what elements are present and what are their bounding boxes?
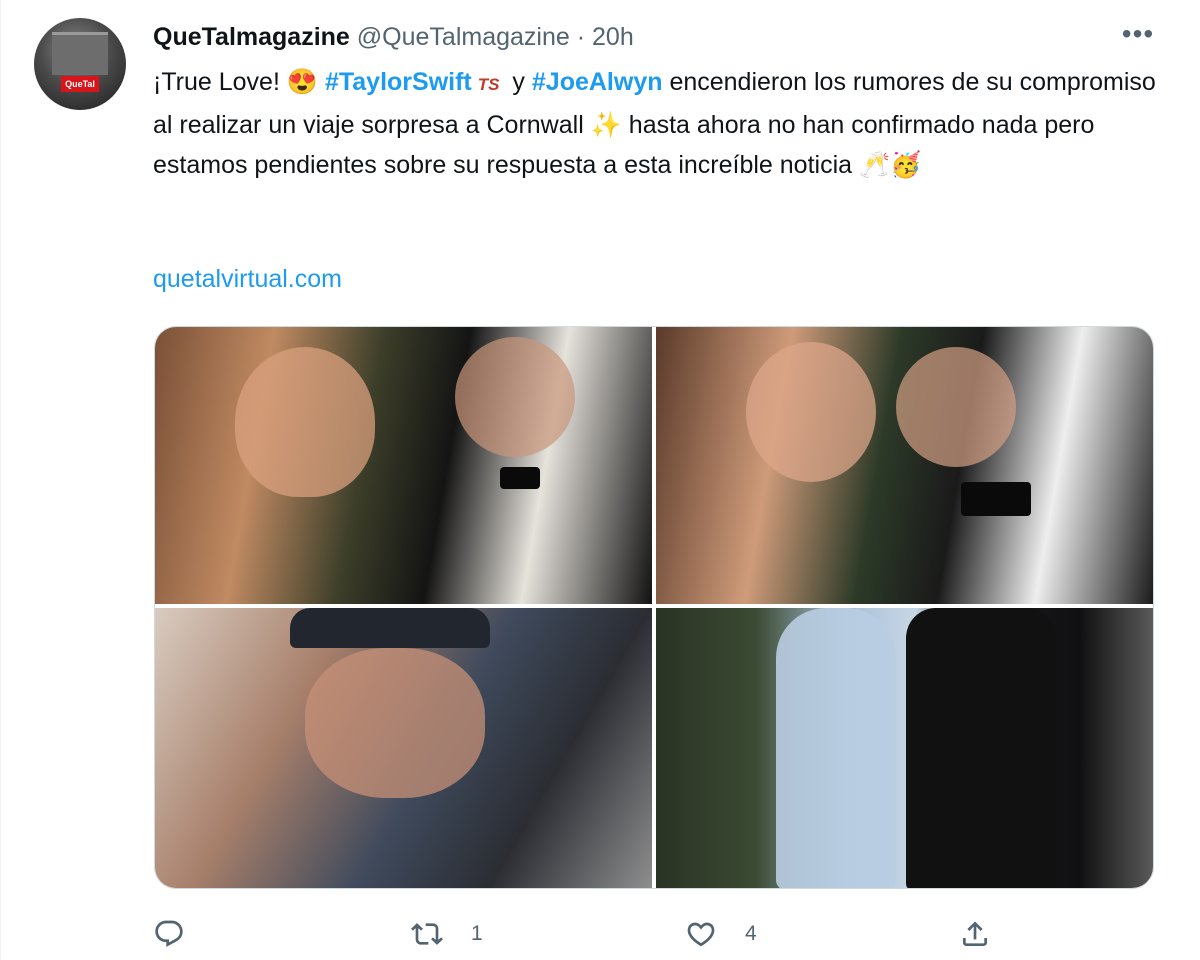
photo-4-coat-shape (776, 608, 896, 888)
avatar-badge: QueTal (61, 76, 99, 92)
avatar-building (52, 32, 108, 75)
share-icon (963, 921, 987, 946)
retweet-button[interactable]: 1 (411, 918, 483, 950)
photo-2-face-shape (746, 342, 876, 482)
hashtag-joealwyn-link[interactable]: #JoeAlwyn (532, 68, 663, 96)
author-name[interactable]: QueTalmagazine (153, 23, 350, 51)
ts-glyph-icon: TS (477, 75, 500, 94)
photo-3-cap-shape (290, 608, 490, 648)
photo-4[interactable] (656, 608, 1153, 888)
tweet-timestamp[interactable]: 20h (592, 23, 634, 51)
photo-1-bowtie-shape (500, 467, 540, 489)
retweet-icon (411, 923, 443, 945)
heart-eyes-emoji-icon: 😍 (286, 68, 318, 96)
tweet-card[interactable]: QueTal QueTalmagazine @QueTalmagazine · … (0, 0, 1200, 960)
author-handle[interactable]: @QueTalmagazine (357, 23, 570, 51)
like-button[interactable]: 4 (685, 918, 757, 950)
avatar[interactable]: QueTal (34, 18, 126, 110)
reply-button[interactable] (153, 918, 213, 950)
tweet-text-connector: y (505, 68, 532, 96)
tweet-actions: 1 4 (1, 900, 1200, 960)
tweet-header: QueTalmagazine @QueTalmagazine · 20h (153, 22, 634, 52)
photo-4-suit-shape (906, 608, 1056, 888)
reply-icon (155, 920, 183, 947)
tweet-text: ¡True Love! 😍 #TaylorSwift TS y #JoeAlwyn… (153, 62, 1163, 185)
photo-1-face-shape-2 (455, 337, 575, 457)
photo-3[interactable] (155, 608, 652, 888)
tweet-text-intro: ¡True Love! (153, 68, 287, 96)
retweet-count: 1 (471, 922, 483, 945)
header-separator: · (576, 23, 586, 51)
photo-1[interactable] (155, 327, 652, 604)
media-grid (154, 326, 1154, 889)
hashtag-taylorswift-link[interactable]: #TaylorSwift (325, 68, 472, 96)
party-face-emoji-icon: 🥳 (890, 151, 922, 179)
like-count: 4 (745, 922, 757, 945)
more-options-icon[interactable]: ••• (1121, 20, 1155, 54)
photo-2-face-shape-2 (896, 347, 1016, 467)
photo-2[interactable] (656, 327, 1153, 604)
photo-2-bowtie-shape (961, 482, 1031, 516)
photo-1-face-shape (235, 347, 375, 497)
tweet-link[interactable]: quetalvirtual.com (153, 262, 342, 296)
champagne-emoji-icon: 🥂 (858, 151, 891, 179)
heart-icon (687, 922, 715, 947)
photo-3-embrace-shape (305, 648, 485, 798)
share-button[interactable] (959, 918, 991, 950)
sparkles-emoji-icon: ✨ (590, 111, 622, 139)
